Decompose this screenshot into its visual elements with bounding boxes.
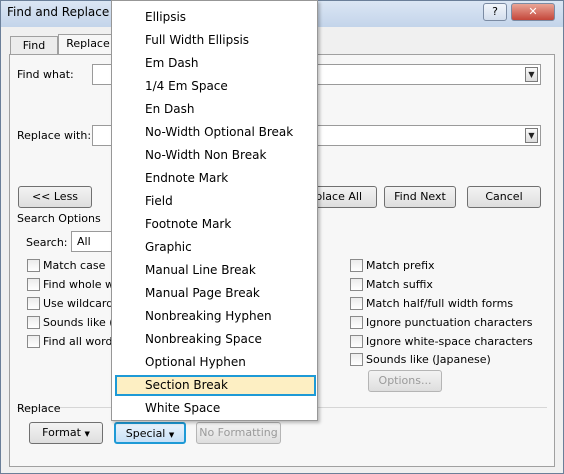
menu-item-manual-line-break[interactable]: Manual Line Break [145, 260, 256, 280]
checkbox-box[interactable] [27, 258, 40, 272]
menu-item-footnote-mark[interactable]: Footnote Mark [145, 214, 231, 234]
menu-item-section-break[interactable]: Section Break [145, 375, 228, 395]
menu-item-no-width-optional-break[interactable]: No-Width Optional Break [145, 122, 293, 142]
special-button[interactable]: Special ▼ [114, 422, 186, 444]
menu-item-nonbreaking-space[interactable]: Nonbreaking Space [145, 329, 262, 349]
special-menu: Ellipsis Full Width Ellipsis Em Dash 1/4… [111, 0, 318, 421]
search-direction-value: All [77, 235, 91, 248]
menu-item-em-dash[interactable]: Em Dash [145, 53, 199, 73]
checkbox-box[interactable] [350, 258, 363, 272]
checkbox-label: Ignore punctuation characters [366, 315, 533, 329]
checkbox-box[interactable] [350, 334, 363, 348]
checkbox-box[interactable] [350, 277, 363, 291]
menu-item-endnote-mark[interactable]: Endnote Mark [145, 168, 228, 188]
checkbox-label: Match case [43, 258, 106, 272]
match-suffix-checkbox[interactable]: Match suffix [350, 276, 433, 292]
menu-item-quarter-em-space[interactable]: 1/4 Em Space [145, 76, 228, 96]
checkbox-label: Ignore white-space characters [366, 334, 533, 348]
format-button[interactable]: Format ▼ [29, 422, 103, 444]
checkbox-label: Find whole wo [43, 277, 121, 291]
help-button[interactable]: ? [483, 3, 507, 21]
match-case-checkbox[interactable]: Match case [27, 257, 105, 273]
find-what-label: Find what: [17, 68, 74, 81]
checkbox-box[interactable] [27, 277, 40, 291]
menu-item-ellipsis[interactable]: Ellipsis [145, 7, 186, 27]
find-next-button[interactable]: Find Next [384, 186, 456, 208]
format-button-label: Format [42, 426, 81, 439]
menu-item-no-width-non-break[interactable]: No-Width Non Break [145, 145, 266, 165]
replace-section-heading: Replace [17, 402, 61, 415]
find-all-word-forms-checkbox[interactable]: Find all word f [27, 333, 120, 349]
dialog-title: Find and Replace [7, 5, 110, 19]
checkbox-box[interactable] [27, 334, 40, 348]
tab-replace[interactable]: Replace [58, 34, 118, 55]
search-options-heading: Search Options [17, 212, 101, 225]
checkbox-box[interactable] [350, 296, 363, 310]
replace-with-label: Replace with: [17, 129, 92, 142]
dropdown-arrow-icon[interactable]: ▼ [525, 67, 538, 82]
menu-item-graphic[interactable]: Graphic [145, 237, 192, 257]
match-half-full-width-checkbox[interactable]: Match half/full width forms [350, 295, 513, 311]
menu-item-nonbreaking-hyphen[interactable]: Nonbreaking Hyphen [145, 306, 272, 326]
checkbox-label: Sounds like (Japanese) [366, 352, 491, 366]
less-button[interactable]: << Less [18, 186, 92, 208]
menu-item-white-space[interactable]: White Space [145, 398, 220, 418]
sounds-like-japanese-checkbox[interactable]: Sounds like (Japanese) [350, 351, 491, 367]
menu-item-en-dash[interactable]: En Dash [145, 99, 194, 119]
options-button[interactable]: Options... [368, 370, 442, 392]
menu-item-full-width-ellipsis[interactable]: Full Width Ellipsis [145, 30, 249, 50]
menu-item-manual-page-break[interactable]: Manual Page Break [145, 283, 260, 303]
checkbox-box[interactable] [350, 352, 363, 366]
ignore-white-space-checkbox[interactable]: Ignore white-space characters [350, 333, 533, 349]
tab-find[interactable]: Find [10, 36, 58, 55]
menu-item-optional-hyphen[interactable]: Optional Hyphen [145, 352, 246, 372]
checkbox-box[interactable] [350, 315, 363, 329]
checkbox-label: Match suffix [366, 277, 433, 291]
caret-down-icon: ▼ [168, 431, 175, 439]
checkbox-label: Find all word f [43, 334, 120, 348]
match-prefix-checkbox[interactable]: Match prefix [350, 257, 435, 273]
checkbox-box[interactable] [27, 296, 40, 310]
caret-down-icon: ▼ [84, 430, 90, 438]
search-label: Search: [26, 236, 68, 249]
checkbox-label: Match half/full width forms [366, 296, 514, 310]
ignore-punctuation-checkbox[interactable]: Ignore punctuation characters [350, 314, 532, 330]
checkbox-box[interactable] [27, 315, 40, 329]
checkbox-label: Use wildcards [43, 296, 119, 310]
use-wildcards-checkbox[interactable]: Use wildcards [27, 295, 119, 311]
close-button[interactable]: ✕ [511, 3, 555, 21]
no-formatting-button[interactable]: No Formatting [196, 422, 281, 444]
cancel-button[interactable]: Cancel [467, 186, 541, 208]
find-whole-words-checkbox[interactable]: Find whole wo [27, 276, 121, 292]
dropdown-arrow-icon[interactable]: ▼ [525, 128, 538, 143]
checkbox-label: Match prefix [366, 258, 435, 272]
menu-item-field[interactable]: Field [145, 191, 173, 211]
special-button-label: Special [125, 427, 166, 440]
